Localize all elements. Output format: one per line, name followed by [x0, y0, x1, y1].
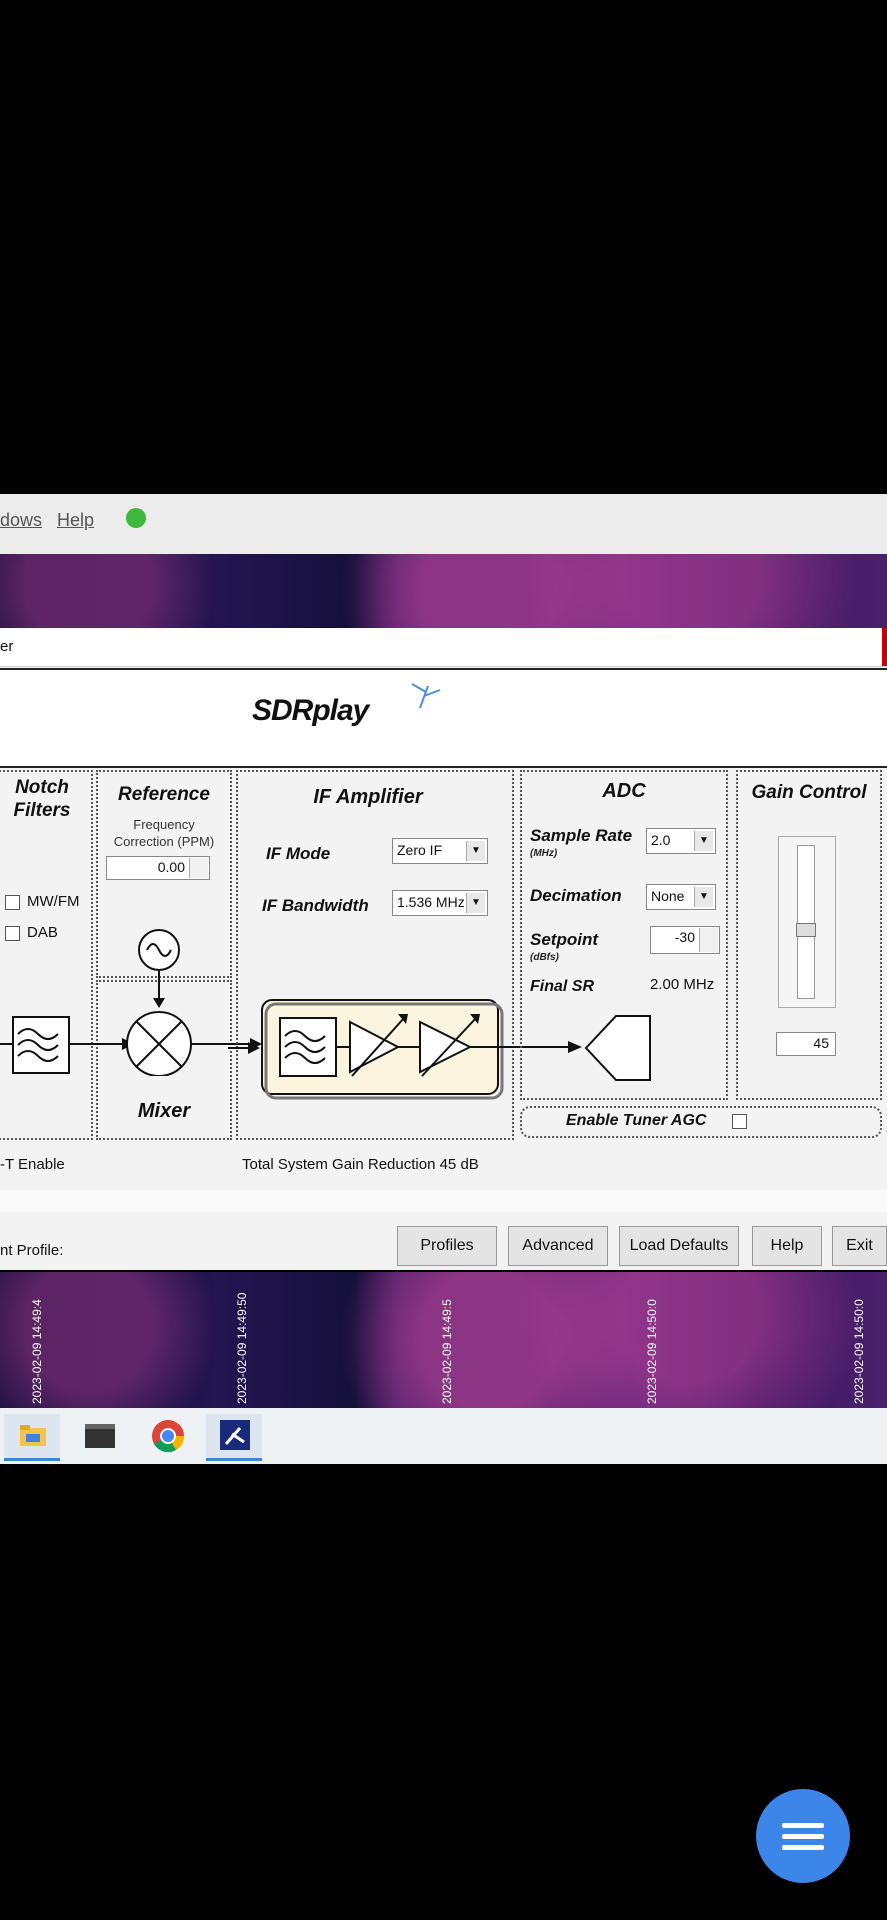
mwfm-label: MW/FM: [27, 893, 80, 910]
reference-title: Reference: [118, 784, 210, 805]
notch-panel: [0, 770, 93, 1140]
antenna-logo-icon: [411, 683, 441, 709]
menu-help[interactable]: Help: [57, 510, 94, 531]
profiles-button[interactable]: Profiles: [397, 1226, 497, 1266]
close-icon[interactable]: [882, 628, 887, 666]
if-bandwidth-select[interactable]: 1.536 MHz ▼: [392, 890, 488, 916]
setpoint-spinbox[interactable]: -30: [650, 926, 720, 954]
freq-correction-label: Frequency Correction (PPM): [96, 816, 232, 850]
notch-title-2: Filters: [13, 800, 71, 821]
exit-button[interactable]: Exit: [832, 1226, 887, 1266]
if-mode-select[interactable]: Zero IF ▼: [392, 838, 488, 864]
if-bandwidth-label: IF Bandwidth: [262, 896, 369, 915]
menu-windows[interactable]: dows: [0, 510, 42, 531]
timestamp-3: 2023-02-09 14:49:5: [440, 1299, 454, 1404]
setpoint-unit: (dBfs): [530, 952, 559, 963]
agc-checkbox[interactable]: [732, 1114, 747, 1129]
chevron-down-icon[interactable]: ▼: [694, 831, 713, 851]
biast-enable-label: -T Enable: [0, 1156, 65, 1173]
notch-title-1: Notch: [15, 777, 69, 798]
if-mode-label: IF Mode: [266, 844, 331, 863]
menu-fab-button[interactable]: [756, 1789, 850, 1883]
freq-correction-line1: Frequency: [133, 817, 195, 832]
flow-arrow-icon: [228, 1042, 260, 1054]
agc-label: Enable Tuner AGC: [566, 1112, 707, 1129]
ppm-value: 0.00: [157, 859, 185, 875]
waterfall-top: [0, 554, 887, 628]
adc-icon: [584, 1015, 651, 1081]
load-defaults-button[interactable]: Load Defaults: [619, 1226, 739, 1266]
dab-label: DAB: [27, 924, 58, 941]
chevron-down-icon[interactable]: ▼: [694, 887, 713, 907]
timestamp-1: 2023-02-09 14:49:4: [30, 1299, 44, 1404]
chrome-icon[interactable]: [140, 1414, 196, 1458]
decimation-select[interactable]: None ▼: [646, 884, 716, 910]
gain-title: Gain Control: [751, 782, 867, 803]
total-gain-reduction: Total System Gain Reduction 45 dB: [242, 1156, 479, 1173]
rsp-control-dialog: er SDRplay Notch Filters MW/FM DAB Refer…: [0, 628, 887, 1270]
taskbar: [0, 1408, 887, 1464]
if-bandwidth-value: 1.536 MHz: [397, 894, 465, 910]
notch-filter-icon: [0, 1016, 88, 1074]
if-mode-value: Zero IF: [397, 842, 443, 858]
gain-value-box[interactable]: 45: [776, 1032, 836, 1056]
gain-slider-frame: [778, 836, 836, 1008]
menu-bar: dows Help: [0, 494, 887, 554]
dialog-title: er: [0, 638, 14, 655]
final-sr-label: Final SR: [530, 978, 595, 995]
help-button[interactable]: Help: [752, 1226, 822, 1266]
sdr-app-icon[interactable]: [206, 1414, 262, 1461]
file-explorer-icon[interactable]: [4, 1414, 60, 1461]
app-status-icon[interactable]: [126, 508, 146, 528]
hamburger-menu-icon: [782, 1823, 824, 1850]
dialog-titlebar: er: [0, 628, 887, 667]
chevron-down-icon[interactable]: ▼: [466, 893, 485, 913]
decimation-label: Decimation: [530, 886, 622, 905]
final-sr-value: 2.00 MHz: [650, 976, 715, 993]
logo-bar: SDRplay: [0, 668, 887, 768]
sdrplay-logo: SDRplay: [252, 694, 369, 727]
sample-rate-label: Sample Rate: [530, 826, 633, 845]
ppm-spin-buttons[interactable]: [189, 858, 208, 878]
adc-title: ADC: [602, 780, 646, 802]
setpoint-label: Setpoint: [530, 930, 598, 949]
terminal-icon[interactable]: [72, 1414, 128, 1458]
sample-rate-value: 2.0: [651, 832, 671, 848]
gain-slider-track[interactable]: [796, 845, 816, 999]
setpoint-value: -30: [674, 929, 695, 945]
timestamp-4: 2023-02-09 14:50:0: [645, 1299, 659, 1404]
mixer-title: Mixer: [137, 1100, 191, 1122]
timestamp-2: 2023-02-09 14:49:50: [235, 1292, 249, 1404]
timestamp-5: 2023-02-09 14:50:0: [852, 1299, 866, 1404]
if-amplifier-title: IF Amplifier: [313, 786, 423, 808]
dab-checkbox[interactable]: [5, 926, 20, 941]
mwfm-checkbox[interactable]: [5, 895, 20, 910]
advanced-button[interactable]: Advanced: [508, 1226, 608, 1266]
freq-correction-line2: Correction (PPM): [113, 834, 215, 849]
dialog-separator: [0, 1190, 887, 1212]
sample-rate-unit: (MHz): [530, 848, 558, 859]
ppm-spinbox[interactable]: 0.00: [106, 856, 210, 880]
decimation-value: None: [651, 888, 685, 904]
gain-slider-thumb[interactable]: [796, 923, 816, 937]
gain-value: 45: [813, 1035, 829, 1051]
notch-title: Notch Filters: [0, 776, 84, 822]
chevron-down-icon[interactable]: ▼: [466, 841, 485, 861]
setpoint-spin-buttons[interactable]: [699, 928, 718, 952]
sample-rate-select[interactable]: 2.0 ▼: [646, 828, 716, 854]
profile-label: nt Profile:: [0, 1242, 64, 1259]
